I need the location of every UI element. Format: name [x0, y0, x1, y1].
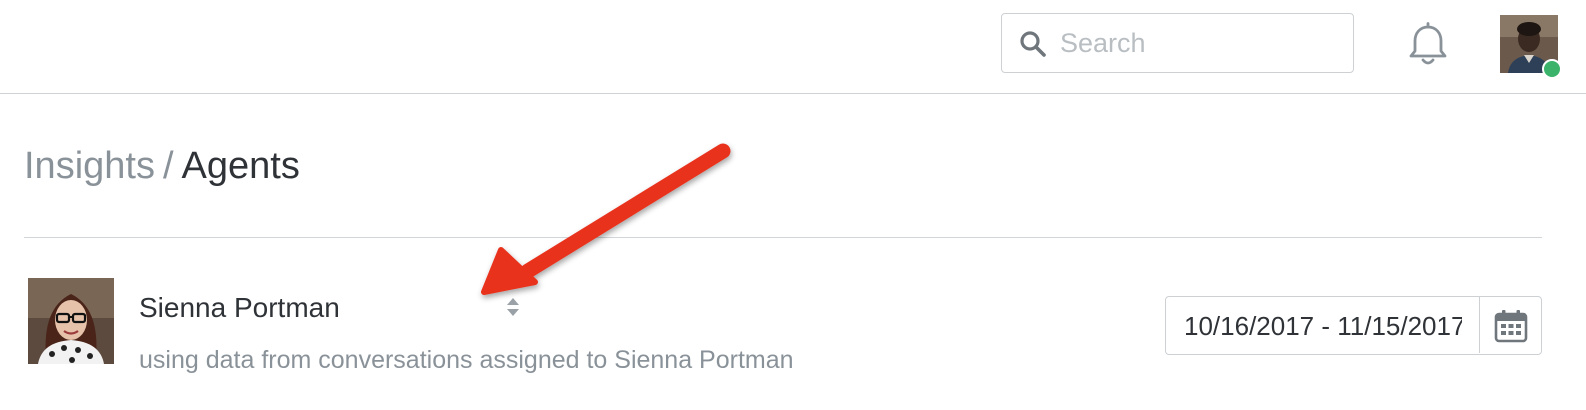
agent-name: Sienna Portman: [139, 292, 340, 323]
search-box[interactable]: [1001, 13, 1354, 73]
online-status-indicator: [1542, 59, 1562, 79]
date-range-input[interactable]: [1184, 306, 1462, 346]
calendar-button[interactable]: [1479, 297, 1541, 353]
bell-icon[interactable]: [1406, 22, 1450, 68]
page-title: Agents: [181, 145, 300, 187]
search-input[interactable]: [1060, 24, 1340, 62]
date-range-picker[interactable]: [1165, 296, 1542, 355]
top-bar: [0, 0, 1586, 94]
breadcrumb-separator: /: [162, 145, 174, 187]
agent-avatar: [28, 278, 114, 364]
sort-icon[interactable]: [505, 296, 521, 318]
breadcrumb-insights-link[interactable]: Insights: [24, 145, 155, 187]
search-icon: [1019, 30, 1047, 58]
calendar-icon: [1494, 310, 1528, 343]
user-avatar[interactable]: [1500, 15, 1562, 79]
agent-data-description: using data from conversations assigned t…: [139, 346, 794, 374]
breadcrumb: Insights / Agents: [24, 140, 300, 192]
section-divider: [24, 237, 1542, 238]
